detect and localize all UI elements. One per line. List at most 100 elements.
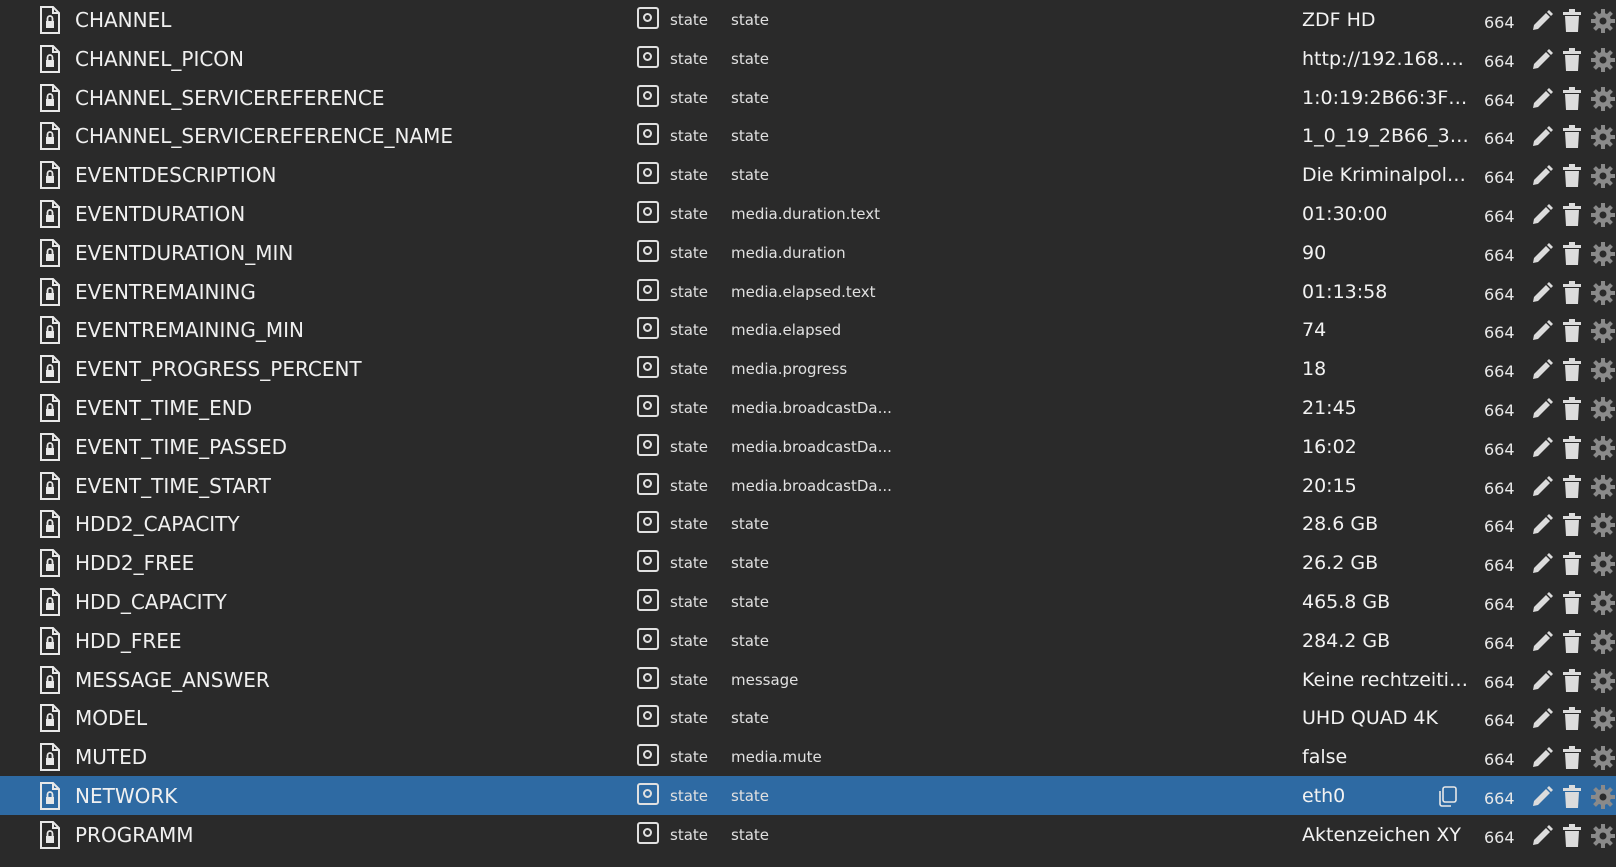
object-value[interactable]: 74	[1302, 310, 1470, 350]
table-row[interactable]: MUTED state media.mute false 664	[0, 737, 1616, 776]
pencil-icon[interactable]	[1530, 48, 1554, 72]
table-row[interactable]: PROGRAMM state state Aktenzeichen XY 664	[0, 815, 1616, 854]
object-value[interactable]: 26.2 GB	[1302, 543, 1470, 583]
trash-icon[interactable]	[1562, 823, 1582, 848]
gear-icon[interactable]	[1590, 318, 1616, 344]
trash-icon[interactable]	[1562, 280, 1582, 305]
gear-icon[interactable]	[1590, 8, 1616, 34]
table-row[interactable]: EVENT_TIME_START state media.broadcastDa…	[0, 466, 1616, 505]
pencil-icon[interactable]	[1530, 203, 1554, 227]
gear-icon[interactable]	[1590, 163, 1616, 189]
pencil-icon[interactable]	[1530, 436, 1554, 460]
trash-icon[interactable]	[1562, 513, 1582, 537]
pencil-icon[interactable]	[1530, 630, 1554, 654]
object-value[interactable]: 20:15	[1302, 466, 1470, 506]
gear-icon[interactable]	[1590, 241, 1616, 267]
pencil-icon[interactable]	[1530, 125, 1554, 149]
pencil-icon[interactable]	[1530, 87, 1554, 111]
object-value[interactable]: false	[1302, 737, 1470, 777]
gear-icon[interactable]	[1590, 86, 1616, 112]
trash-icon[interactable]	[1562, 474, 1582, 499]
pencil-icon[interactable]	[1530, 552, 1554, 576]
gear-icon[interactable]	[1590, 202, 1616, 228]
pencil-icon[interactable]	[1530, 785, 1554, 809]
pencil-icon[interactable]	[1530, 591, 1554, 615]
trash-icon[interactable]	[1562, 358, 1582, 382]
gear-icon[interactable]	[1590, 629, 1616, 655]
pencil-icon[interactable]	[1530, 164, 1554, 188]
gear-icon[interactable]	[1590, 396, 1616, 422]
object-value[interactable]: 465.8 GB	[1302, 582, 1470, 622]
table-row[interactable]: MESSAGE_ANSWER state message Keine recht…	[0, 660, 1616, 699]
pencil-icon[interactable]	[1530, 9, 1554, 33]
table-row[interactable]: CHANNEL state state ZDF HD 664	[0, 0, 1616, 39]
object-value[interactable]: 01:30:00	[1302, 194, 1470, 234]
pencil-icon[interactable]	[1530, 669, 1554, 693]
trash-icon[interactable]	[1562, 746, 1582, 770]
gear-icon[interactable]	[1590, 823, 1616, 849]
object-value[interactable]: UHD QUAD 4K	[1302, 698, 1470, 738]
gear-icon[interactable]	[1590, 512, 1616, 538]
table-row[interactable]: NETWORK state state eth0 664	[0, 775, 1616, 815]
pencil-icon[interactable]	[1530, 397, 1554, 421]
object-value[interactable]: http://192.168.62...	[1302, 39, 1470, 79]
object-value[interactable]: 28.6 GB	[1302, 504, 1470, 544]
pencil-icon[interactable]	[1530, 319, 1554, 343]
table-row[interactable]: HDD_FREE state state 284.2 GB 664	[0, 621, 1616, 660]
trash-icon[interactable]	[1562, 396, 1582, 421]
object-value[interactable]: 284.2 GB	[1302, 621, 1470, 661]
gear-icon[interactable]	[1590, 474, 1616, 500]
trash-icon[interactable]	[1562, 707, 1582, 731]
pencil-icon[interactable]	[1530, 358, 1554, 382]
copy-icon[interactable]	[1436, 785, 1458, 807]
gear-icon[interactable]	[1590, 590, 1616, 616]
trash-icon[interactable]	[1562, 435, 1582, 460]
trash-icon[interactable]	[1562, 9, 1582, 33]
gear-icon[interactable]	[1590, 124, 1616, 150]
table-row[interactable]: CHANNEL_PICON state state http://192.168…	[0, 39, 1616, 78]
gear-icon[interactable]	[1590, 357, 1616, 383]
gear-icon[interactable]	[1590, 280, 1616, 306]
table-row[interactable]: EVENTDESCRIPTION state state Die Krimina…	[0, 155, 1616, 194]
trash-icon[interactable]	[1562, 241, 1582, 266]
gear-icon[interactable]	[1590, 706, 1616, 732]
object-value[interactable]: Aktenzeichen XY	[1302, 815, 1470, 855]
trash-icon[interactable]	[1562, 629, 1582, 654]
gear-icon[interactable]	[1590, 551, 1616, 577]
table-row[interactable]: EVENTREMAINING state media.elapsed.text …	[0, 272, 1616, 311]
table-row[interactable]: EVENT_PROGRESS_PERCENT state media.progr…	[0, 349, 1616, 388]
pencil-icon[interactable]	[1530, 513, 1554, 537]
trash-icon[interactable]	[1562, 125, 1582, 149]
trash-icon[interactable]	[1562, 164, 1582, 188]
table-row[interactable]: MODEL state state UHD QUAD 4K 664	[0, 698, 1616, 737]
object-value[interactable]: 16:02	[1302, 427, 1470, 467]
table-row[interactable]: CHANNEL_SERVICEREFERENCE state state 1:0…	[0, 78, 1616, 117]
object-value[interactable]: 90	[1302, 233, 1470, 273]
trash-icon[interactable]	[1562, 784, 1582, 809]
table-row[interactable]: EVENT_TIME_PASSED state media.broadcastD…	[0, 427, 1616, 466]
table-row[interactable]: HDD2_CAPACITY state state 28.6 GB 664	[0, 504, 1616, 543]
table-row[interactable]: EVENTDURATION state media.duration.text …	[0, 194, 1616, 233]
object-value[interactable]: 1:0:19:2B66:3F3:1...	[1302, 78, 1470, 118]
trash-icon[interactable]	[1562, 86, 1582, 111]
trash-icon[interactable]	[1562, 590, 1582, 615]
table-row[interactable]: HDD_CAPACITY state state 465.8 GB 664	[0, 582, 1616, 621]
object-value[interactable]: Keine rechtzeitig...	[1302, 660, 1470, 700]
trash-icon[interactable]	[1562, 319, 1582, 343]
pencil-icon[interactable]	[1530, 746, 1554, 770]
gear-icon[interactable]	[1590, 668, 1616, 694]
trash-icon[interactable]	[1562, 552, 1582, 576]
table-row[interactable]: EVENTDURATION_MIN state media.duration 9…	[0, 233, 1616, 272]
gear-icon[interactable]	[1590, 435, 1616, 461]
pencil-icon[interactable]	[1530, 707, 1554, 731]
gear-icon[interactable]	[1590, 784, 1616, 810]
trash-icon[interactable]	[1562, 47, 1582, 72]
object-value[interactable]: 1_0_19_2B66_3F3...	[1302, 116, 1470, 156]
pencil-icon[interactable]	[1530, 824, 1554, 848]
object-value[interactable]: 01:13:58	[1302, 272, 1470, 312]
object-value[interactable]: 21:45	[1302, 388, 1470, 428]
gear-icon[interactable]	[1590, 47, 1616, 73]
trash-icon[interactable]	[1562, 202, 1582, 227]
pencil-icon[interactable]	[1530, 242, 1554, 266]
pencil-icon[interactable]	[1530, 281, 1554, 305]
